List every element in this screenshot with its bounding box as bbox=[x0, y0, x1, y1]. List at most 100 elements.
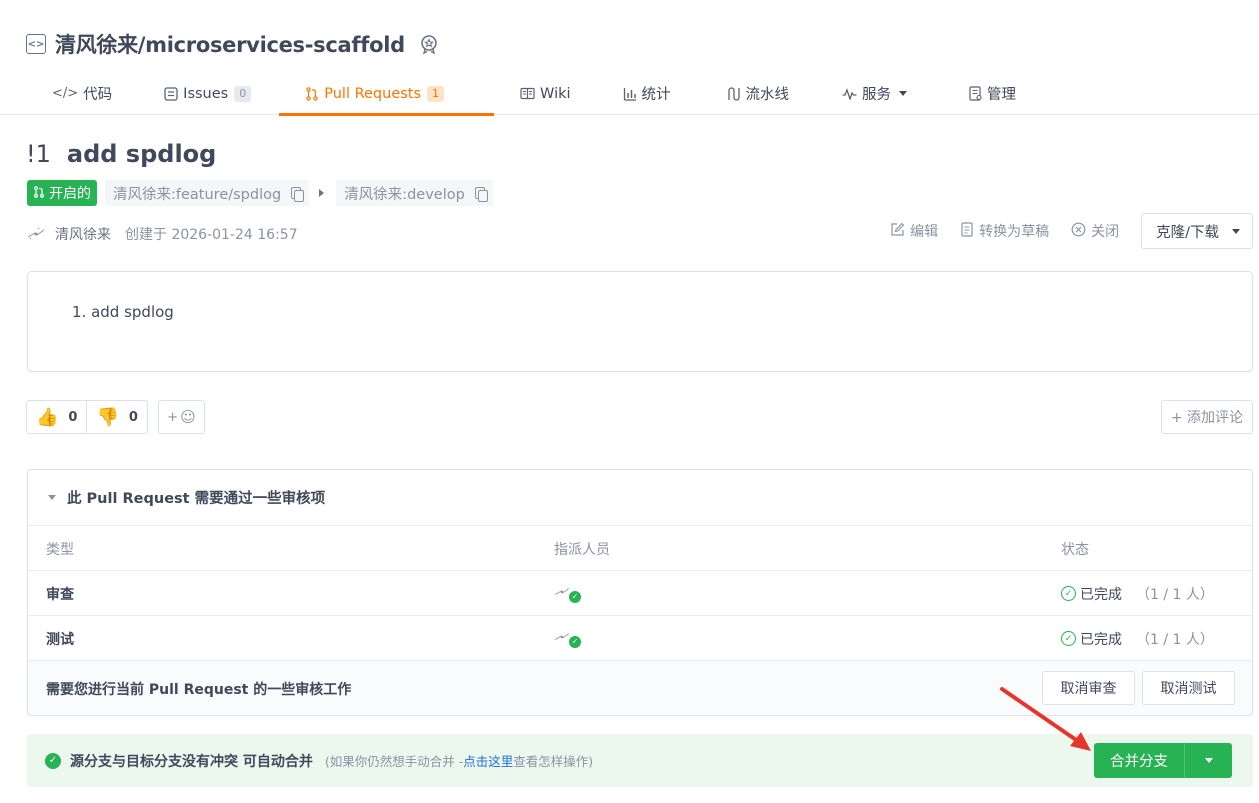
merge-hint-suffix: 查看怎样操作) bbox=[513, 754, 594, 769]
pr-status-badge: 开启的 bbox=[27, 180, 97, 206]
cancel-test-button[interactable]: 取消测试 bbox=[1142, 671, 1235, 705]
add-comment-button[interactable]: + 添加评论 bbox=[1160, 400, 1253, 434]
draft-icon bbox=[960, 221, 974, 241]
tab-pull-requests[interactable]: Pull Requests 1 bbox=[279, 72, 494, 116]
assignee-cell: ✓ bbox=[554, 571, 584, 616]
merge-options-button[interactable] bbox=[1184, 743, 1232, 778]
thumbs-up-button[interactable]: 👍 0 bbox=[27, 401, 86, 433]
repo-tabs: </> 代码 Issues 0 Pull Requests 1 Wiki 统计 … bbox=[26, 72, 1016, 116]
convert-draft-button[interactable]: 转换为草稿 bbox=[960, 221, 1049, 241]
smiley-icon: ☺ bbox=[180, 408, 196, 426]
wiki-icon bbox=[520, 87, 535, 100]
avatar[interactable] bbox=[27, 225, 45, 243]
table-row: 审查 ✓ ✓ 已完成 （1 / 1 人） bbox=[28, 571, 1252, 616]
source-branch-name: 清风徐来:feature/spdlog bbox=[113, 186, 282, 203]
avatar[interactable]: ✓ bbox=[554, 584, 584, 604]
merge-branch-button[interactable]: 合并分支 bbox=[1094, 743, 1184, 778]
repo-title-row: <> 清风徐来/microservices-scaffold bbox=[26, 30, 439, 58]
merge-hint-link[interactable]: 点击这里 bbox=[463, 751, 513, 770]
merge-hint-prefix: (如果你仍然想手动合并 - bbox=[324, 754, 464, 769]
review-footer-message: 需要您进行当前 Pull Request 的一些审核工作 bbox=[46, 682, 352, 698]
table-row: 测试 ✓ ✓ 已完成 （1 / 1 人） bbox=[28, 616, 1252, 661]
branch-row: 开启的 清风徐来:feature/spdlog 清风徐来:develop bbox=[27, 180, 493, 206]
clone-download-button[interactable]: 克隆/下载 bbox=[1141, 213, 1253, 249]
reaction-group: 👍 0 👎 0 bbox=[26, 400, 148, 434]
pr-status-label: 开启的 bbox=[49, 186, 91, 202]
tab-pipeline-label: 流水线 bbox=[745, 87, 790, 103]
avatar-image bbox=[554, 586, 570, 601]
review-status-text: 已完成 bbox=[1080, 631, 1122, 648]
recommend-badge-icon[interactable] bbox=[419, 34, 439, 54]
clone-download-label: 克隆/下载 bbox=[1156, 224, 1219, 241]
tab-issues-label: Issues bbox=[183, 85, 229, 102]
col-assignee-header: 指派人员 bbox=[554, 541, 610, 558]
tab-wiki[interactable]: Wiki bbox=[520, 72, 571, 115]
pull-requests-count-badge: 1 bbox=[427, 85, 445, 102]
tab-service-label: 服务 bbox=[862, 87, 892, 103]
review-status: ✓ 已完成 （1 / 1 人） bbox=[1061, 571, 1214, 616]
review-type: 审查 bbox=[46, 586, 74, 603]
review-table-header: 类型 指派人员 状态 bbox=[28, 526, 1252, 571]
reactions-bar: 👍 0 👎 0 + ☺ bbox=[26, 400, 205, 434]
tab-issues[interactable]: Issues 0 bbox=[164, 72, 252, 115]
check-icon: ✓ bbox=[569, 590, 581, 603]
repo-code-icon: <> bbox=[26, 34, 46, 54]
review-status-text: 已完成 bbox=[1080, 586, 1122, 603]
pr-title-text: add spdlog bbox=[66, 140, 217, 168]
source-branch-chip[interactable]: 清风徐来:feature/spdlog bbox=[105, 180, 310, 206]
close-pr-button[interactable]: 关闭 bbox=[1071, 221, 1119, 241]
merge-message: ✓ 源分支与目标分支没有冲突 可自动合并 (如果你仍然想手动合并 - 点击这里 … bbox=[45, 734, 593, 787]
thumbs-up-icon: 👍 bbox=[36, 406, 59, 428]
tab-stats[interactable]: 统计 bbox=[623, 72, 671, 115]
close-circle-icon bbox=[1071, 222, 1086, 241]
check-circle-icon: ✓ bbox=[45, 752, 61, 769]
description-list-item: 1. add spdlog bbox=[72, 303, 174, 321]
tab-code[interactable]: </> 代码 bbox=[52, 72, 112, 115]
review-footer: 需要您进行当前 Pull Request 的一些审核工作 取消审查 取消测试 bbox=[28, 661, 1252, 715]
pr-meta: 清风徐来 创建于 2026-01-24 16:57 bbox=[27, 224, 298, 244]
chevron-down-icon bbox=[899, 91, 908, 96]
stats-icon bbox=[623, 87, 637, 101]
target-branch-chip[interactable]: 清风徐来:develop bbox=[336, 180, 493, 206]
merge-status-text: 源分支与目标分支没有冲突 可自动合并 bbox=[70, 753, 313, 770]
pull-request-icon bbox=[33, 185, 45, 201]
col-status-header: 状态 bbox=[1061, 541, 1089, 558]
edit-button[interactable]: 编辑 bbox=[890, 221, 938, 241]
thumbs-down-button[interactable]: 👎 0 bbox=[86, 401, 146, 433]
review-table: 类型 指派人员 状态 审查 ✓ ✓ 已完成 （1 / 1 人） 测试 ✓ ✓ 已… bbox=[28, 526, 1252, 661]
chevron-down-icon bbox=[1232, 228, 1240, 234]
close-pr-label: 关闭 bbox=[1091, 224, 1120, 240]
repo-name-link[interactable]: 清风徐来/microservices-scaffold bbox=[55, 29, 405, 59]
manage-icon bbox=[969, 86, 982, 101]
review-panel-header[interactable]: 此 Pull Request 需要通过一些审核项 bbox=[28, 470, 1252, 526]
check-circle-icon: ✓ bbox=[1061, 586, 1076, 601]
tab-code-label: 代码 bbox=[83, 87, 113, 103]
pr-description: 1. add spdlog bbox=[27, 271, 1253, 372]
target-branch-name: 清风徐来:develop bbox=[344, 186, 465, 203]
cancel-review-button[interactable]: 取消审查 bbox=[1042, 671, 1135, 705]
avatar[interactable]: ✓ bbox=[554, 629, 584, 649]
thumbs-up-count: 0 bbox=[68, 409, 78, 425]
review-status: ✓ 已完成 （1 / 1 人） bbox=[1061, 616, 1214, 661]
tab-service[interactable]: 服务 bbox=[842, 72, 908, 115]
add-emoji-button[interactable]: + ☺ bbox=[157, 400, 205, 434]
arrow-right-icon bbox=[319, 189, 325, 197]
author-name[interactable]: 清风徐来 bbox=[55, 224, 111, 244]
issues-icon bbox=[164, 86, 178, 101]
pull-request-icon bbox=[305, 86, 319, 101]
tab-pull-requests-label: Pull Requests bbox=[324, 85, 422, 102]
review-panel-title: 此 Pull Request 需要通过一些审核项 bbox=[67, 491, 326, 507]
edit-icon bbox=[890, 222, 905, 241]
issues-count-badge: 0 bbox=[234, 85, 252, 102]
copy-icon[interactable] bbox=[474, 187, 488, 202]
copy-icon[interactable] bbox=[291, 187, 305, 202]
thumbs-down-count: 0 bbox=[128, 409, 138, 425]
repo-header: <> 清风徐来/microservices-scaffold </> 代码 Is… bbox=[0, 0, 1259, 116]
pr-actions: 编辑 转换为草稿 关闭 克隆/下载 bbox=[890, 213, 1253, 249]
tab-pipeline[interactable]: 流水线 bbox=[726, 72, 790, 115]
check-icon: ✓ bbox=[569, 635, 581, 648]
edit-label: 编辑 bbox=[910, 224, 939, 240]
tab-manage[interactable]: 管理 bbox=[969, 72, 1016, 115]
review-panel: 此 Pull Request 需要通过一些审核项 类型 指派人员 状态 审查 ✓… bbox=[27, 469, 1253, 716]
merge-status-bar: ✓ 源分支与目标分支没有冲突 可自动合并 (如果你仍然想手动合并 - 点击这里 … bbox=[27, 734, 1253, 787]
